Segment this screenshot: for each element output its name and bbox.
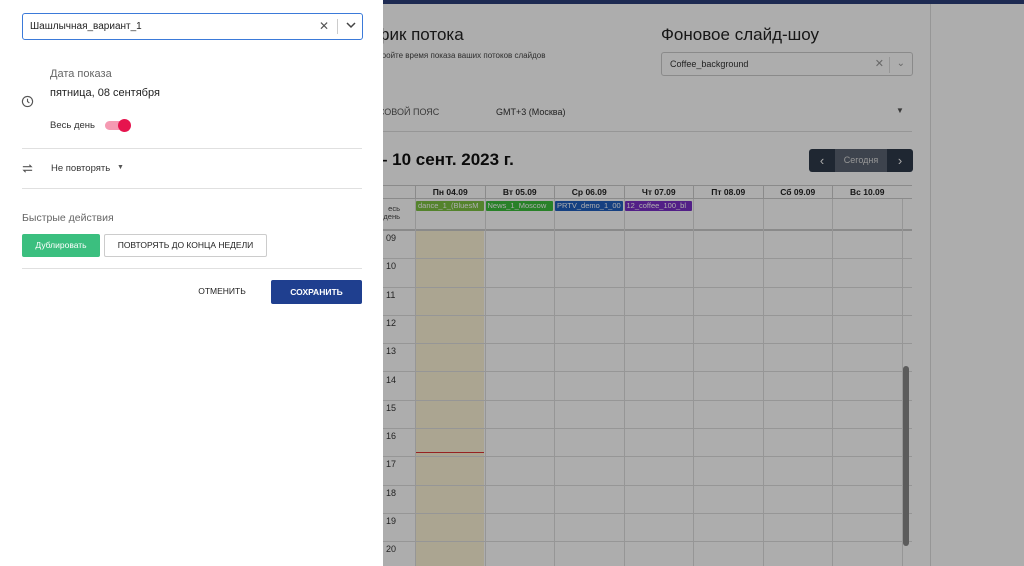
- repeat-until-week-end-button[interactable]: ПОВТОРЯТЬ ДО КОНЦА НЕДЕЛИ: [104, 234, 267, 257]
- divider: [22, 188, 362, 189]
- caret-down-icon[interactable]: ▼: [117, 164, 124, 171]
- date-label: Дата показа: [50, 68, 112, 80]
- duplicate-button[interactable]: Дублировать: [22, 234, 100, 257]
- divider: [22, 148, 362, 149]
- close-icon[interactable]: ✕: [319, 19, 329, 33]
- cancel-button[interactable]: ОТМЕНИТЬ: [186, 280, 258, 303]
- repeat-icon: [22, 164, 33, 173]
- select-separator: [337, 19, 338, 34]
- clock-icon: [21, 95, 34, 108]
- toggle-knob: [118, 119, 131, 132]
- stream-select[interactable]: Шашлычная_вариант_1 ✕: [22, 13, 363, 40]
- save-button[interactable]: СОХРАНИТЬ: [271, 280, 362, 304]
- stream-select-value: Шашлычная_вариант_1: [30, 21, 142, 32]
- chevron-down-icon[interactable]: [344, 18, 358, 32]
- repeat-select[interactable]: Не повторять: [51, 163, 110, 174]
- quick-actions-label: Быстрые действия: [22, 212, 114, 224]
- event-edit-panel: Шашлычная_вариант_1 ✕ Дата показа пятниц…: [0, 0, 383, 566]
- allday-toggle-label: Весь день: [50, 120, 95, 131]
- divider: [22, 268, 362, 269]
- date-value[interactable]: пятница, 08 сентября: [50, 87, 160, 99]
- allday-toggle[interactable]: [105, 119, 131, 132]
